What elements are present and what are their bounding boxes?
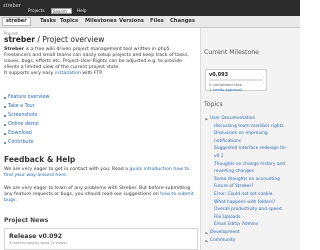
current-milestone-heading: Current Milestone [204, 49, 259, 56]
link-screenshots[interactable]: Screenshots [4, 113, 37, 118]
install-prefix: It supports very easy [4, 71, 55, 77]
topic-item[interactable]: ▶ User Documentation [206, 116, 256, 121]
news-meta: 4 months ago by aona (3 views) [9, 241, 67, 245]
link-feature-overview[interactable]: Feature overview [4, 95, 49, 100]
installation-link[interactable]: installation [55, 71, 81, 76]
projects-menu[interactable]: Projects [28, 8, 45, 13]
feedback-heading: Feedback & Help [4, 155, 76, 164]
page-title-project: streber [4, 35, 35, 44]
topic-item[interactable]: What happens with folders? [214, 200, 275, 205]
page-title-separator: / [37, 35, 40, 44]
topic-item[interactable]: Discussion on improving [214, 131, 268, 136]
project-logo-tab[interactable]: streber [2, 17, 31, 26]
link-download[interactable]: Download [4, 131, 32, 136]
bullet-icon [4, 123, 6, 126]
tab-milestones[interactable]: Milestones [85, 18, 117, 24]
milestone-version[interactable]: v0.093 [209, 72, 228, 78]
topic-item[interactable]: v0.1 [214, 154, 224, 159]
expand-triangle-icon[interactable]: ▶ [206, 117, 208, 121]
news-release-title[interactable]: Release v0.092 [9, 233, 62, 240]
topic-item[interactable]: ▶ Development [206, 230, 240, 235]
bullet-icon [4, 105, 6, 108]
topic-item[interactable]: File Uploads [214, 215, 240, 220]
topic-item[interactable]: notifications [214, 139, 241, 144]
topic-item[interactable]: reverting changes [214, 169, 254, 174]
topic-item[interactable]: Error: Could not set cookie. [214, 192, 274, 197]
project-news-heading: Project News [4, 217, 49, 224]
milestone-card: v0.093 0 completed task 1 needs approval [205, 69, 267, 92]
link-online-demo[interactable]: Online demo [4, 122, 39, 127]
topic-item[interactable]: Some thoughts on accounting [214, 177, 280, 182]
bullet-icon [4, 114, 6, 117]
intro-text: Streber is a free wiki driven project ma… [4, 47, 194, 77]
topic-item[interactable]: Thoughts on change history and [214, 162, 285, 167]
search-input[interactable]: Search [51, 7, 72, 14]
install-suffix: with FTP. [80, 71, 103, 77]
tab-tasks[interactable]: Tasks [40, 18, 56, 24]
tab-versions[interactable]: Versions [119, 18, 144, 24]
help-link[interactable]: Help [77, 8, 87, 13]
topic-item[interactable]: Email Editor Admins [214, 222, 258, 227]
link-contribute[interactable]: Contribute [4, 140, 33, 145]
feedback-paragraph-1: We are very eager to get in contact with… [4, 167, 190, 179]
tab-topics[interactable]: Topics [60, 18, 78, 24]
bullet-icon [4, 96, 6, 99]
expand-triangle-icon[interactable]: ▶ [206, 239, 208, 243]
link-take-a-tour[interactable]: Take a Tour [4, 104, 35, 109]
topic-item[interactable]: Future of Streber? [214, 184, 254, 189]
page-title: streber / Project overview [4, 35, 104, 44]
feedback-paragraph-2: We are very eager to learn of any proble… [4, 186, 194, 204]
topics-heading: Topics [204, 101, 223, 108]
tab-files[interactable]: Files [150, 18, 164, 24]
milestone-progress-bar [209, 78, 263, 81]
topic-item[interactable]: Overall productivity and speed [214, 207, 282, 212]
app-brand: streber [3, 3, 21, 9]
top-bar: streber Projects Search Help [0, 0, 300, 16]
expand-triangle-icon[interactable]: ▶ [206, 231, 208, 235]
tab-changes[interactable]: Changes [170, 18, 195, 24]
nav-bar: streber Tasks Topics Milestones Versions… [0, 16, 300, 28]
page-title-section: Project overview [42, 35, 105, 44]
intro-name: Streber [4, 47, 24, 52]
topic-item[interactable]: discussing team member rights [214, 124, 284, 129]
bullet-icon [4, 141, 6, 144]
bullet-icon [4, 132, 6, 135]
topic-item[interactable]: Suggested interface redesign for [214, 146, 286, 151]
topic-item[interactable]: ▶ Community [206, 238, 236, 243]
news-item: Release v0.092 4 months ago by aona (3 v… [4, 228, 198, 250]
intro-body: is a free wiki driven project management… [4, 47, 189, 71]
milestone-approval[interactable]: 1 needs approval [209, 87, 242, 92]
